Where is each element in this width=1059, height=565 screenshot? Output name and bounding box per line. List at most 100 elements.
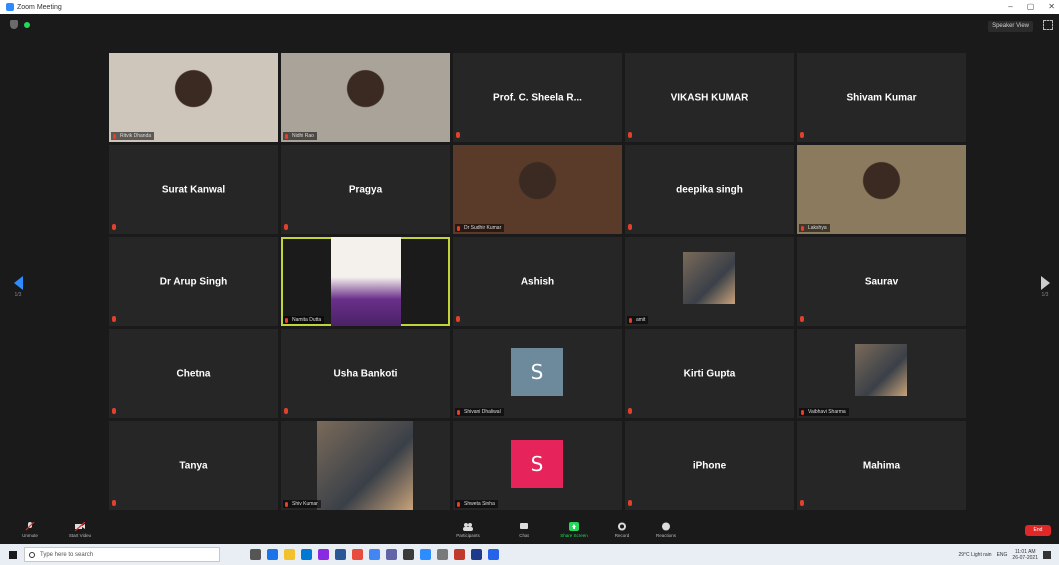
participant-tile[interactable]: Ashish (453, 237, 622, 326)
chat-button[interactable]: Chat (506, 522, 542, 538)
speaker-view-button[interactable]: Speaker View (988, 21, 1033, 32)
participant-tile[interactable]: Surat Kanwal (109, 145, 278, 234)
participant-tile[interactable]: S Shweta Sinha (453, 421, 622, 510)
participant-tile[interactable]: Shiv Kumar (281, 421, 450, 510)
participant-nametag: Shweta Sinha (455, 500, 498, 508)
participant-tile[interactable]: VIKASH KUMAR (625, 53, 794, 142)
system-tray: 29°C Light rain ENG 11:01 AM 26-07-2021 (958, 544, 1051, 565)
app-icon[interactable] (437, 549, 448, 560)
taskbar-apps (250, 549, 499, 560)
unmute-button[interactable]: Unmute (12, 522, 48, 538)
connection-status-icon[interactable] (24, 21, 30, 28)
mic-muted-icon (800, 132, 804, 138)
participant-tile[interactable]: Namita Dutta (281, 237, 450, 326)
participant-name: amit (636, 317, 646, 323)
chrome-icon[interactable] (369, 549, 380, 560)
participant-tile[interactable]: Prof. C. Sheela R... (453, 53, 622, 142)
participant-nametag: Lakshya (799, 224, 830, 232)
participant-nametag: Nidhi Rao (283, 132, 317, 140)
app-icon[interactable] (403, 549, 414, 560)
participant-video (281, 53, 450, 142)
participant-name: Surat Kanwal (161, 184, 226, 195)
security-shield-icon[interactable] (10, 20, 18, 29)
participant-nametag: Ritvik Dhanda (111, 132, 155, 140)
participant-tile[interactable]: Nidhi Rao (281, 53, 450, 142)
participants-button[interactable]: Participants (450, 522, 486, 538)
weather-status[interactable]: 29°C Light rain (958, 552, 991, 558)
participant-photo (683, 252, 735, 304)
previous-page-button[interactable]: 1/3 (8, 276, 28, 306)
participant-tile[interactable]: Shivam Kumar (797, 53, 966, 142)
app-icon[interactable] (471, 549, 482, 560)
participant-tile[interactable]: Kirti Gupta (625, 329, 794, 418)
mic-muted-icon (801, 410, 804, 415)
opera-icon[interactable] (352, 549, 363, 560)
participant-tile[interactable]: Dr Sudhir Kumar (453, 145, 622, 234)
minimize-button[interactable]: – (1008, 0, 1012, 14)
app-icon[interactable] (488, 549, 499, 560)
app-icon[interactable] (454, 549, 465, 560)
clock[interactable]: 11:01 AM 26-07-2021 (1012, 549, 1038, 561)
participant-tile[interactable]: Tanya (109, 421, 278, 510)
participant-tile[interactable]: S Shivani Dhaliwal (453, 329, 622, 418)
taskbar-search-input[interactable]: Type here to search (24, 547, 220, 562)
mic-muted-icon (457, 226, 460, 231)
page-indicator-left: 1/3 (14, 292, 22, 298)
window-title: Zoom Meeting (17, 3, 62, 11)
participant-tile[interactable]: Saurav (797, 237, 966, 326)
zoom-taskbar-icon[interactable] (420, 549, 431, 560)
participant-name: Dr Arup Singh (159, 276, 228, 287)
participant-nametag: Shiv Kumar (283, 500, 321, 508)
participant-name: Prof. C. Sheela R... (493, 92, 582, 103)
participant-tile[interactable]: Chetna (109, 329, 278, 418)
participant-tile[interactable]: iPhone (625, 421, 794, 510)
participant-tile[interactable]: deepika singh (625, 145, 794, 234)
start-video-button[interactable]: Start Video (62, 522, 98, 538)
participant-name: Pragya (348, 184, 383, 195)
participant-tile[interactable]: Ritvik Dhanda (109, 53, 278, 142)
meeting-stage: Speaker View 1/3 1/3 Ritvik Dhanda Nidhi … (0, 14, 1059, 519)
mic-muted-icon (112, 316, 116, 322)
mic-muted-icon (457, 502, 460, 507)
mic-muted-icon (457, 410, 460, 415)
participant-tile[interactable]: Vaibhavi Sharma (797, 329, 966, 418)
record-button[interactable]: Record (604, 522, 640, 538)
language-indicator[interactable]: ENG (997, 552, 1008, 558)
task-view-icon[interactable] (250, 549, 261, 560)
windows-start-icon[interactable] (9, 550, 17, 559)
word-icon[interactable] (335, 549, 346, 560)
participant-video (797, 145, 966, 234)
microphone-muted-icon (25, 522, 35, 531)
window-titlebar: Zoom Meeting – ▢ ✕ (0, 0, 1059, 14)
participant-name: Shweta Sinha (464, 501, 495, 507)
file-explorer-icon[interactable] (284, 549, 295, 560)
maximize-button[interactable]: ▢ (1027, 0, 1035, 14)
participant-tile[interactable]: Mahima (797, 421, 966, 510)
mic-muted-icon (628, 132, 632, 138)
participant-name: Shivani Dhaliwal (464, 409, 501, 415)
participant-tile[interactable]: Pragya (281, 145, 450, 234)
participant-gallery: Ritvik Dhanda Nidhi Rao Prof. C. Sheela R.… (109, 53, 966, 510)
page-indicator-right: 1/3 (1041, 292, 1049, 298)
fullscreen-icon[interactable] (1043, 20, 1053, 30)
edge-icon[interactable] (267, 549, 278, 560)
close-button[interactable]: ✕ (1048, 0, 1055, 14)
store-icon[interactable] (301, 549, 312, 560)
participant-photo (855, 344, 907, 396)
participant-tile[interactable]: Dr Arup Singh (109, 237, 278, 326)
share-screen-button[interactable]: Share Screen (556, 522, 592, 538)
participant-name: Kirti Gupta (683, 368, 736, 379)
participant-tile[interactable]: amit (625, 237, 794, 326)
teams-icon[interactable] (386, 549, 397, 560)
participant-tile[interactable]: Usha Bankoti (281, 329, 450, 418)
end-meeting-button[interactable]: End (1025, 525, 1051, 536)
reactions-button[interactable]: Reactions (648, 522, 684, 538)
participant-name: Ashish (520, 276, 555, 287)
next-page-button[interactable]: 1/3 (1035, 276, 1055, 306)
notification-icon[interactable] (1043, 550, 1051, 559)
participant-name: Ritvik Dhanda (120, 133, 152, 139)
app-icon[interactable] (318, 549, 329, 560)
participant-tile[interactable]: Lakshya (797, 145, 966, 234)
participant-nametag: Dr Sudhir Kumar (455, 224, 505, 232)
mic-muted-icon (112, 408, 116, 414)
